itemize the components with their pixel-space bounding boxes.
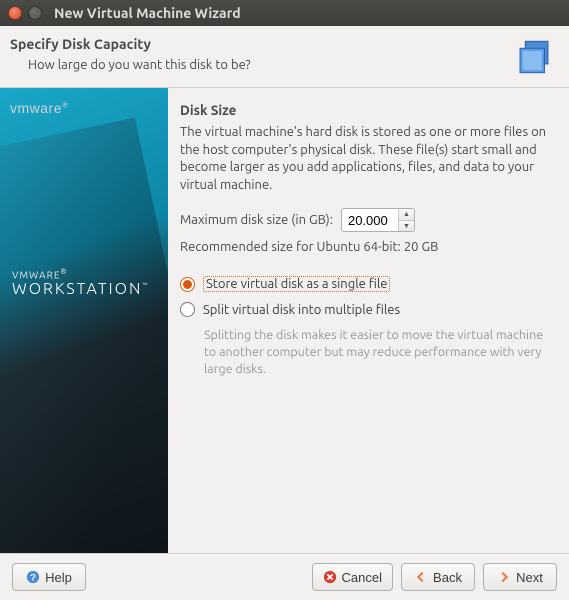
next-icon bbox=[497, 570, 511, 584]
next-button-label: Next bbox=[516, 570, 543, 585]
page-subtitle: How large do you want this disk to be? bbox=[28, 58, 251, 72]
disk-icon bbox=[513, 36, 555, 81]
spin-up-icon[interactable]: ▲ bbox=[399, 209, 414, 221]
section-title: Disk Size bbox=[180, 102, 555, 118]
titlebar: New Virtual Machine Wizard bbox=[0, 0, 569, 26]
spin-down-icon[interactable]: ▼ bbox=[399, 221, 414, 232]
minimize-icon[interactable] bbox=[28, 6, 42, 20]
wizard-header: Specify Disk Capacity How large do you w… bbox=[0, 26, 569, 88]
section-description: The virtual machine's hard disk is store… bbox=[180, 124, 555, 194]
next-button[interactable]: Next bbox=[483, 563, 557, 591]
max-disk-size-label: Maximum disk size (in GB): bbox=[180, 213, 333, 227]
brand-line2: WORKSTATION™ bbox=[12, 280, 149, 298]
recommended-size-text: Recommended size for Ubuntu 64-bit: 20 G… bbox=[180, 240, 555, 254]
radio-split-label: Split virtual disk into multiple files bbox=[203, 303, 400, 317]
sidebar-graphic: vmware® VMWARE® WORKSTATION™ bbox=[0, 88, 168, 553]
cancel-button-label: Cancel bbox=[342, 570, 382, 585]
help-button-label: Help bbox=[45, 570, 72, 585]
max-disk-size-spinbox[interactable]: ▲ ▼ bbox=[341, 208, 415, 232]
help-icon: ? bbox=[26, 570, 40, 584]
split-hint-text: Splitting the disk makes it easier to mo… bbox=[204, 327, 555, 378]
cancel-icon bbox=[323, 570, 337, 584]
help-button[interactable]: ? Help bbox=[12, 563, 86, 591]
window-title: New Virtual Machine Wizard bbox=[54, 5, 241, 21]
radio-single-input[interactable] bbox=[180, 277, 195, 292]
vmware-logo-small: vmware® bbox=[10, 100, 158, 116]
radio-option-single[interactable]: Store virtual disk as a single file bbox=[180, 276, 555, 292]
radio-option-split[interactable]: Split virtual disk into multiple files bbox=[180, 302, 555, 317]
page-title: Specify Disk Capacity bbox=[10, 36, 251, 52]
wizard-content: Disk Size The virtual machine's hard dis… bbox=[168, 88, 569, 553]
back-icon bbox=[414, 570, 428, 584]
close-icon[interactable] bbox=[8, 6, 22, 20]
svg-text:?: ? bbox=[30, 573, 36, 584]
radio-single-label: Store virtual disk as a single file bbox=[203, 276, 390, 292]
cancel-button[interactable]: Cancel bbox=[312, 563, 393, 591]
back-button[interactable]: Back bbox=[401, 563, 475, 591]
back-button-label: Back bbox=[433, 570, 462, 585]
brand-line1: VMWARE® bbox=[12, 268, 149, 280]
wizard-footer: ? Help Cancel Back Next bbox=[0, 553, 569, 600]
radio-split-input[interactable] bbox=[180, 302, 195, 317]
max-disk-size-input[interactable] bbox=[342, 209, 398, 231]
